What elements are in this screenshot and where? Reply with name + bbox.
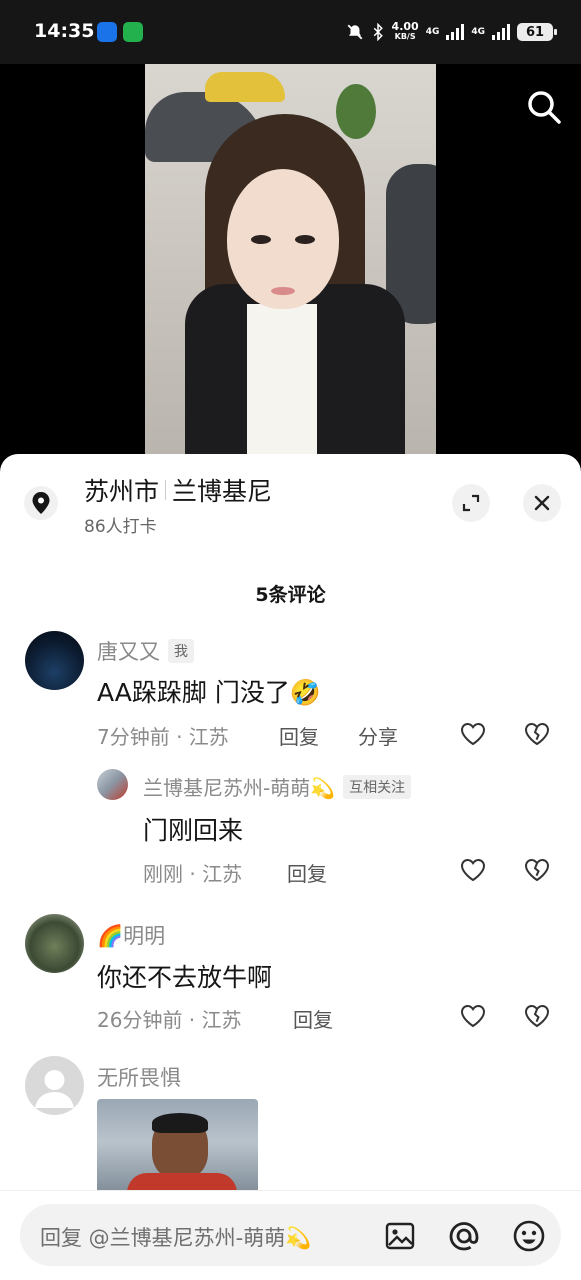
avatar[interactable] [25, 914, 84, 973]
network-type: 4G [471, 27, 485, 37]
comment-text: 你还不去放牛啊 [97, 963, 273, 992]
signal-icon [446, 24, 465, 40]
reply-placeholder: 回复 @兰博基尼苏州-萌萌💫 [40, 1226, 312, 1250]
battery-icon: 61 [517, 23, 557, 41]
network-type: 4G [425, 27, 440, 37]
location-title[interactable]: 苏州市 兰博基尼 [84, 472, 272, 508]
comment-meta: 7分钟前 · 江苏 [97, 725, 229, 749]
reply-button[interactable]: 回复 [293, 1004, 333, 1033]
close-button[interactable] [523, 484, 561, 522]
share-button[interactable]: 分享 [358, 721, 398, 750]
eye [295, 235, 315, 244]
divider [165, 480, 167, 500]
comment-username[interactable]: 无所畏惧 [97, 1062, 181, 1092]
mutual-follow-badge: 互相关注 [343, 774, 412, 799]
signal-icon [492, 24, 510, 40]
app-notification-icon [123, 22, 143, 42]
broken-heart-icon[interactable] [523, 1002, 551, 1030]
reply-button[interactable]: 回复 [287, 858, 327, 887]
location-pin-icon [24, 486, 58, 520]
status-time: 14:35 [34, 20, 95, 42]
comment-meta: 26分钟前 · 江苏 [97, 1008, 242, 1032]
person-shirt [247, 304, 317, 456]
plant-shape [336, 84, 376, 139]
self-badge: 我 [168, 639, 194, 663]
reply-username[interactable]: 兰博基尼苏州-萌萌💫 互相关注 [143, 772, 412, 801]
comments-count-title: 5条评论 [255, 584, 326, 606]
status-indicators: 4.00 KB/S 4G 4G 61 [346, 18, 557, 46]
car-shape [205, 72, 285, 102]
heart-icon[interactable] [459, 720, 487, 748]
person-face [227, 169, 339, 309]
broken-heart-icon[interactable] [523, 720, 551, 748]
emoji-icon[interactable] [512, 1219, 546, 1253]
reply-meta: 刚刚 · 江苏 [143, 862, 243, 886]
checkin-count: 86人打卡 [84, 517, 157, 537]
avatar[interactable] [97, 769, 128, 800]
lips [271, 287, 295, 295]
net-speed: 4.00 KB/S [391, 20, 419, 41]
bluetooth-icon [373, 23, 383, 41]
expand-icon [462, 494, 480, 512]
comment-username[interactable]: 🌈明明 [97, 920, 165, 950]
image-icon[interactable] [384, 1220, 416, 1252]
search-icon[interactable] [525, 88, 563, 126]
close-icon [534, 495, 550, 511]
avatar[interactable] [25, 631, 84, 690]
broken-heart-icon[interactable] [523, 856, 551, 884]
at-icon[interactable] [447, 1219, 481, 1253]
video-frame [145, 64, 436, 456]
comment-image[interactable] [97, 1099, 258, 1194]
mute-icon [347, 24, 362, 40]
video-player[interactable] [0, 64, 581, 456]
heart-icon[interactable] [459, 1002, 487, 1030]
expand-button[interactable] [452, 484, 490, 522]
eye [251, 235, 271, 244]
comments-sheet: 苏州市 兰博基尼 86人打卡 5条评论 唐又又 我 AA跺跺脚 门没了🤣 7分钟… [0, 454, 581, 1280]
status-bar: 14:35 4.00 KB/S 4G 4G 61 [0, 0, 581, 64]
reply-button[interactable]: 回复 [279, 721, 319, 750]
default-avatar-icon[interactable] [25, 1056, 84, 1115]
comment-text: AA跺跺脚 门没了🤣 [97, 678, 321, 707]
comment-username[interactable]: 唐又又 我 [97, 636, 194, 666]
app-notification-icon [97, 22, 117, 42]
heart-icon[interactable] [459, 856, 487, 884]
location-place: 兰博基尼 [172, 477, 273, 506]
location-city: 苏州市 [84, 477, 160, 506]
reply-input-bar: 回复 @兰博基尼苏州-萌萌💫 [0, 1190, 581, 1280]
photo-hair [152, 1113, 208, 1133]
reply-text: 门刚回来 [143, 816, 244, 845]
